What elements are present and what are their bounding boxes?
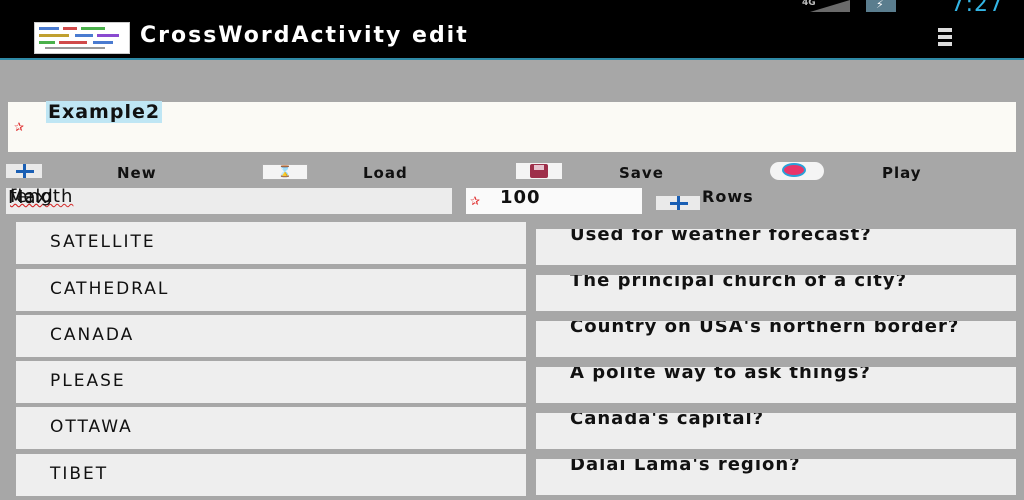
word-value: CANADA: [50, 325, 135, 345]
max-field-length-input[interactable]: ✰ 100: [466, 187, 642, 214]
word-value: OTTAWA: [50, 417, 133, 437]
status-bar: 4G ⚡ 7:27: [0, 0, 1024, 17]
required-field-icon: ✰: [14, 120, 25, 134]
play-icon[interactable]: [770, 162, 824, 180]
clue-field[interactable]: Country on USA's northern border?: [536, 321, 1016, 357]
play-button[interactable]: Play: [882, 164, 922, 182]
word-field[interactable]: CATHEDRAL: [16, 269, 526, 311]
add-rows-icon: [656, 196, 700, 210]
word-value: TIBET: [50, 464, 109, 484]
clue-value: The principal church of a city?: [570, 275, 908, 291]
clue-value: Dalai Lama's region?: [570, 459, 801, 475]
clue-value: A polite way to ask things?: [570, 367, 871, 383]
puzzle-name-value: Example2: [46, 101, 163, 123]
word-field[interactable]: CANADA: [16, 315, 526, 357]
new-button[interactable]: New: [117, 164, 157, 182]
signal-icon: 4G: [790, 0, 850, 12]
save-icon[interactable]: [516, 163, 562, 179]
new-icon[interactable]: [6, 164, 42, 178]
load-icon[interactable]: ⌛: [262, 164, 308, 180]
max-field-length-value: 100: [500, 187, 541, 208]
action-bar: CrossWordActivity edit: [0, 14, 1024, 60]
rows-label: Rows: [702, 187, 754, 206]
app-title: CrossWordActivity edit: [140, 23, 469, 48]
word-value: PLEASE: [50, 371, 126, 391]
puzzle-name-field[interactable]: ✰ Example2: [8, 101, 1016, 152]
load-button[interactable]: Load: [363, 164, 408, 182]
word-field[interactable]: OTTAWA: [16, 407, 526, 449]
app-icon[interactable]: [34, 22, 130, 54]
clue-field[interactable]: A polite way to ask things?: [536, 367, 1016, 403]
clue-field[interactable]: The principal church of a city?: [536, 275, 1016, 311]
word-field[interactable]: SATELLITE: [16, 222, 526, 264]
word-value: SATELLITE: [50, 232, 156, 252]
required-field-icon: ✰: [470, 194, 481, 208]
clue-field[interactable]: Dalai Lama's region?: [536, 459, 1016, 495]
max-field-length-label: Max field length: [6, 186, 452, 214]
word-value: CATHEDRAL: [50, 279, 170, 299]
word-field[interactable]: TIBET: [16, 454, 526, 496]
clue-field[interactable]: Canada's capital?: [536, 413, 1016, 449]
overflow-menu-icon[interactable]: [938, 28, 952, 46]
clue-value: Country on USA's northern border?: [570, 321, 960, 337]
clue-field[interactable]: Used for weather forecast?: [536, 229, 1016, 265]
add-rows-button[interactable]: Rows: [656, 187, 806, 214]
save-button[interactable]: Save: [619, 164, 664, 182]
word-field[interactable]: PLEASE: [16, 361, 526, 403]
clue-value: Canada's capital?: [570, 413, 765, 429]
clue-value: Used for weather forecast?: [570, 229, 872, 245]
battery-charging-icon: ⚡: [866, 0, 896, 12]
